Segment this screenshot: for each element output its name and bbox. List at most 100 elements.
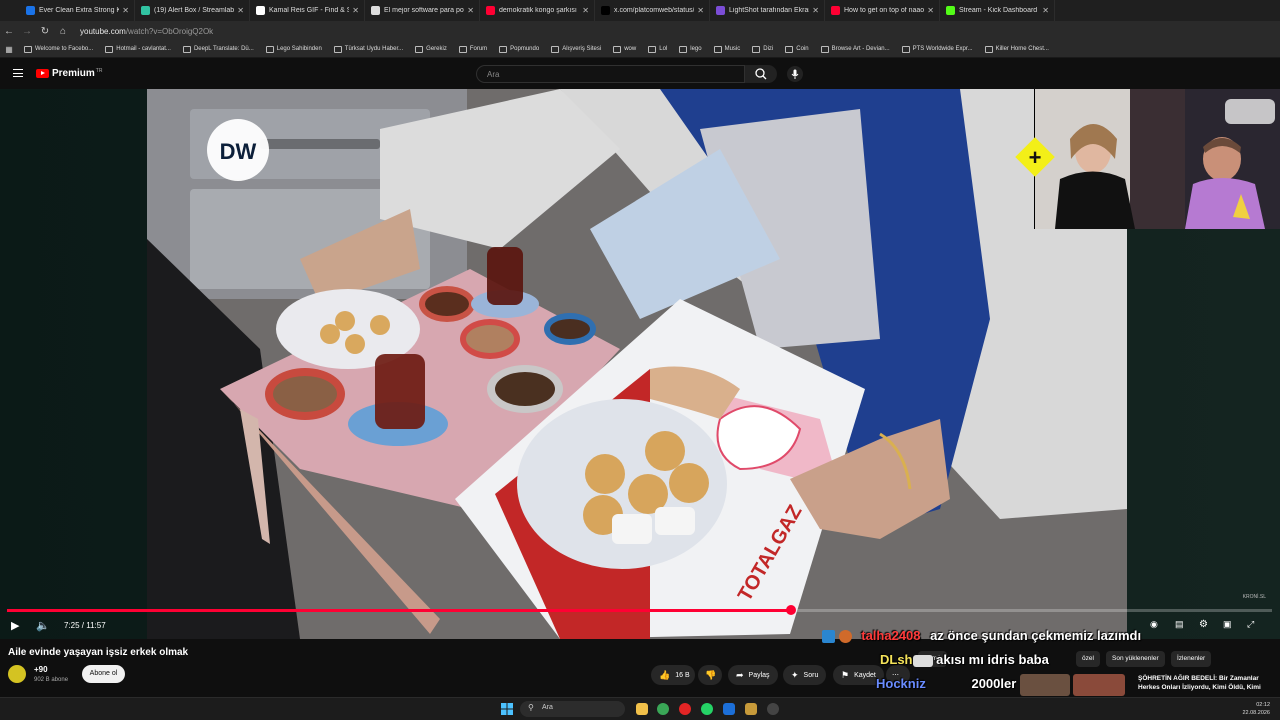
bookmark-label: PTS Worldwide Expr... (912, 46, 973, 52)
bookmark-item[interactable]: Coin (785, 45, 809, 53)
brand-label: Premium (52, 68, 95, 79)
recommendation-thumbnail[interactable] (1020, 674, 1070, 696)
bookmark-item[interactable]: lego (679, 45, 702, 53)
close-tab-icon[interactable]: ✕ (352, 6, 359, 15)
tab-title: Stream - Kick Dashboard (959, 7, 1038, 14)
browser-tab[interactable]: demokratik kongo şarkısı - K ✕ (480, 0, 595, 21)
whatsapp-icon[interactable] (701, 703, 713, 715)
browser-menu-icon[interactable] (0, 0, 20, 21)
play-icon[interactable]: ▶ (11, 619, 19, 632)
bookmark-item[interactable]: Welcome to Facebo... (24, 45, 93, 53)
app-icon[interactable] (723, 703, 735, 715)
close-tab-icon[interactable]: ✕ (582, 6, 589, 15)
browser-tab[interactable]: LightShot tarafından Ekran Gö✕ (710, 0, 825, 21)
browser-tab[interactable]: Stream - Kick Dashboard ✕ (940, 0, 1055, 21)
close-tab-icon[interactable]: ✕ (237, 6, 244, 15)
apps-icon[interactable]: ▦ (0, 45, 18, 54)
tab-title: Kamal Reis GIF - Find & Share (269, 7, 349, 14)
bookmark-icon (820, 45, 829, 53)
dislike-button[interactable]: 👎 (698, 665, 722, 685)
bookmark-item[interactable]: DeepL Translate: Dü... (182, 45, 254, 53)
bookmark-item[interactable]: Browse Art - Devian... (820, 45, 890, 53)
close-tab-icon[interactable]: ✕ (122, 6, 129, 15)
like-button[interactable]: 👍 16 B (651, 665, 695, 685)
bookmark-item[interactable]: Lego Sahibinden (265, 45, 322, 53)
close-tab-icon[interactable]: ✕ (812, 6, 819, 15)
bookmark-icon (984, 45, 993, 53)
browser-tab[interactable]: How to get on top of naaorsa✕ (825, 0, 940, 21)
bookmark-item[interactable]: wow (613, 45, 636, 53)
game-icon[interactable] (745, 703, 757, 715)
search-button[interactable] (745, 65, 777, 83)
browser-tab[interactable]: Ever Clean Extra Strong Koku✕ (20, 0, 135, 21)
recommendation-thumbnail-2[interactable] (1073, 674, 1125, 696)
share-button[interactable]: ➦ Paylaş (728, 665, 778, 685)
tab-title: LightShot tarafından Ekran Gö (729, 7, 809, 14)
chat-badge-icon (822, 630, 835, 644)
tab-title: demokratik kongo şarkısı - K (499, 7, 579, 14)
browser-tab[interactable]: Kamal Reis GIF - Find & Share✕ (250, 0, 365, 21)
settings-icon[interactable]: ⚙ (1199, 619, 1208, 630)
bookmark-icon (105, 45, 114, 53)
bookmark-icon (752, 45, 761, 53)
video-player[interactable]: TOTALGAZ DW KRONİ.SL + (0, 89, 1280, 639)
taskbar-search[interactable]: ⚲ Ara (520, 701, 625, 717)
channel-name[interactable]: +90 (34, 665, 48, 674)
progress-scrubber[interactable] (786, 605, 796, 615)
menu-icon[interactable] (13, 69, 23, 77)
bookmark-item[interactable]: Alışveriş Sitesi (551, 45, 601, 53)
sparkle-icon: ✦ (791, 669, 799, 680)
bookmark-item[interactable]: Killer Home Chest... (984, 45, 1049, 53)
bookmark-item[interactable]: Music (713, 45, 740, 53)
url-field[interactable]: youtube.com/watch?v=ObOroigQ2Ok (80, 27, 213, 36)
bookmark-item[interactable]: Dizi (752, 45, 773, 53)
bookmark-item[interactable]: PTS Worldwide Expr... (901, 45, 973, 53)
bookmark-icon (679, 45, 688, 53)
progress-fill (7, 609, 791, 612)
browser-tab[interactable]: x.com/platcomweb/status/20 ✕ (595, 0, 710, 21)
chrome-icon[interactable] (657, 703, 669, 715)
autoplay-toggle-icon[interactable]: ◉ (1150, 619, 1158, 630)
close-tab-icon[interactable]: ✕ (697, 6, 704, 15)
chip-watched[interactable]: İzlenenler (1171, 651, 1212, 667)
chip-recent[interactable]: Son yüklenenler (1106, 651, 1165, 667)
bookmark-item[interactable]: Forum (458, 45, 487, 53)
bookmark-item[interactable]: Lol (648, 45, 668, 53)
windows-start-icon[interactable] (501, 703, 513, 715)
bookmark-icon (648, 45, 657, 53)
home-icon[interactable]: ⌂ (54, 26, 72, 37)
volume-icon[interactable]: 🔈 (36, 619, 50, 632)
chat-text: az önce şundan çekmemiz lazımdı (930, 628, 1142, 643)
miniplayer-icon[interactable]: ▣ (1223, 619, 1232, 630)
bookmark-label: Lol (659, 46, 668, 52)
bookmark-item[interactable]: Popmundo (499, 45, 539, 53)
browser-tab[interactable]: (19) Alert Box / Streamlabs ✕ (135, 0, 250, 21)
close-tab-icon[interactable]: ✕ (1042, 6, 1049, 15)
voice-search-button[interactable] (787, 66, 803, 82)
tab-favicon-icon (601, 6, 610, 15)
reload-icon[interactable]: ↻ (36, 26, 54, 37)
taskbar-clock[interactable]: 02:12 22.08.2026 (1242, 701, 1270, 717)
browser-tab[interactable]: El mejor software para poten✕ (365, 0, 480, 21)
dw-logo-text: DW (220, 139, 257, 164)
ask-button[interactable]: ✦ Soru (783, 665, 827, 685)
bookmark-item[interactable]: Türksat Uydu Haber... (333, 45, 403, 53)
back-icon[interactable]: ← (0, 26, 18, 37)
search-input[interactable]: Ara (476, 65, 745, 83)
obs-icon[interactable] (767, 703, 779, 715)
thumbs-up-icon: 👍 (659, 669, 671, 680)
channel-avatar[interactable] (8, 665, 26, 683)
fullscreen-icon[interactable]: ⤢ (1247, 619, 1254, 630)
opera-icon[interactable] (679, 703, 691, 715)
bookmark-item[interactable]: Gerekiz (415, 45, 447, 53)
subtitles-icon[interactable]: ▤ (1175, 619, 1184, 630)
subscribe-button[interactable]: Abone ol (82, 665, 125, 683)
chip-special[interactable]: özel (1076, 651, 1100, 667)
youtube-logo[interactable]: Premium TR (36, 68, 102, 79)
bookmark-item[interactable]: Hotmail - cavlantat... (105, 45, 171, 53)
close-tab-icon[interactable]: ✕ (927, 6, 934, 15)
close-tab-icon[interactable]: ✕ (467, 6, 474, 15)
recommendation-title[interactable]: ŞÖHRETİN AĞIR BEDELİ: Bir Zamanlar Herke… (1138, 674, 1263, 692)
forward-icon[interactable]: → (18, 26, 36, 37)
file-explorer-icon[interactable] (636, 703, 648, 715)
